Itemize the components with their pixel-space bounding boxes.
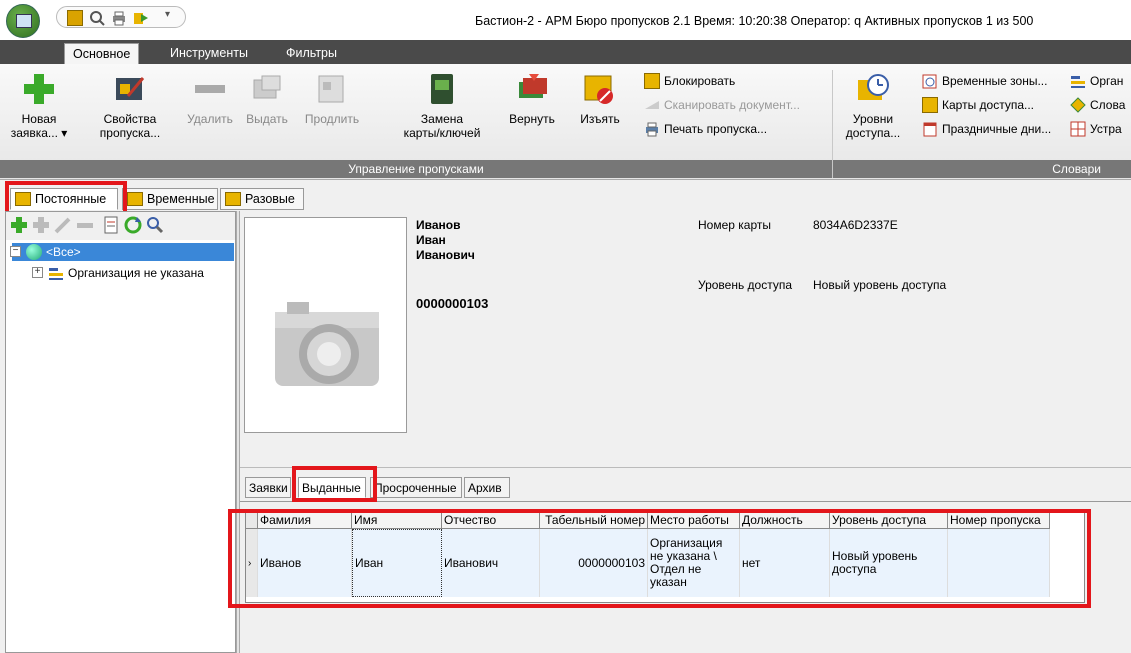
pass-properties-button[interactable]: Свойства пропуска...	[92, 72, 168, 140]
tab-one-time[interactable]: Разовые	[220, 188, 304, 210]
highlight-box-grid	[228, 509, 1091, 608]
tab-expired[interactable]: Просроченные	[370, 477, 462, 498]
tree-node-org[interactable]: + Организация не указана	[32, 264, 232, 282]
print-pass-button[interactable]: Печать пропуска...	[644, 120, 767, 138]
minus-icon	[193, 72, 227, 106]
one-time-pass-icon	[225, 192, 241, 206]
calendar-card-icon	[315, 72, 349, 106]
calendar-icon	[922, 121, 938, 137]
access-level-label: Уровень доступа	[698, 278, 793, 292]
tab-filters[interactable]: Фильтры	[278, 43, 345, 64]
first-name: Иван	[416, 233, 446, 247]
pencil-icon[interactable]	[54, 216, 72, 234]
printer-icon	[644, 121, 660, 137]
workspace: Постоянные Временные Разовые − <Все> + О…	[0, 180, 1131, 653]
delete-button[interactable]: Удалить	[182, 72, 238, 126]
devices-button[interactable]: Устра	[1070, 120, 1122, 138]
tab-main[interactable]: Основное	[64, 43, 140, 64]
qat-customize-icon[interactable]: ▾	[165, 9, 170, 20]
title-bar: ▾ Бастион-2 - АРМ Бюро пропусков 2.1 Вре…	[0, 0, 1131, 40]
dictionaries-button[interactable]: Слова	[1070, 96, 1125, 114]
new-request-button[interactable]: Новая заявка... ▾	[10, 72, 68, 140]
org-tree-panel: − <Все> + Организация не указана	[5, 211, 236, 653]
clock-folder-icon	[856, 72, 890, 106]
extend-button[interactable]: Продлить	[302, 72, 362, 126]
card-reader-icon	[425, 72, 459, 106]
block-button[interactable]: Блокировать	[644, 72, 735, 90]
refresh-icon[interactable]	[124, 216, 142, 234]
tree-node-all[interactable]: − <Все>	[10, 243, 234, 261]
holidays-button[interactable]: Праздничные дни...	[922, 120, 1051, 138]
tree-toolbar	[6, 212, 235, 240]
tab-archive[interactable]: Архив	[464, 477, 510, 498]
access-level-value: Новый уровень доступа	[813, 278, 947, 292]
document-icon[interactable]	[102, 216, 120, 234]
issue-button[interactable]: Выдать	[242, 72, 292, 126]
organization-icon[interactable]	[67, 10, 83, 26]
return-cards-icon	[515, 72, 549, 106]
search-icon[interactable]	[89, 10, 105, 26]
globe-icon	[26, 244, 42, 260]
camera-icon	[269, 294, 385, 397]
remove-icon[interactable]	[76, 216, 94, 234]
expand-toggle[interactable]: +	[32, 267, 43, 278]
time-zones-button[interactable]: Временные зоны...	[922, 72, 1047, 90]
card-number-label: Номер карты	[698, 218, 771, 232]
block-card-icon	[644, 73, 660, 89]
window-title: Бастион-2 - АРМ Бюро пропусков 2.1 Время…	[475, 14, 1034, 28]
ribbon-tab-bar: Основное Инструменты Фильтры	[0, 40, 1131, 64]
plus-icon	[22, 72, 56, 106]
group-label-pass-management: Управление пропусками	[0, 160, 832, 178]
withdraw-card-icon	[583, 72, 617, 106]
tab-tools[interactable]: Инструменты	[162, 43, 256, 64]
dictionary-icon	[1070, 97, 1086, 113]
access-cards-button[interactable]: Карты доступа...	[922, 96, 1034, 114]
ribbon: Новая заявка... ▾ Свойства пропуска... У…	[0, 64, 1131, 180]
tree-node-label: <Все>	[46, 245, 81, 259]
highlight-box-issued-tab	[292, 466, 377, 502]
grid-icon	[1070, 121, 1086, 137]
search-icon[interactable]	[146, 216, 164, 234]
highlight-box-permanent-tab	[5, 181, 127, 215]
add-sub-icon[interactable]	[32, 216, 50, 234]
replace-cards-button[interactable]: Замена карты/ключей	[400, 72, 484, 140]
organization-icon	[1070, 73, 1086, 89]
app-menu-button[interactable]	[6, 4, 40, 38]
last-name: Иванов	[416, 218, 461, 232]
photo-placeholder	[244, 217, 407, 433]
organization-icon	[48, 265, 64, 284]
tree-node-label: Организация не указана	[68, 266, 204, 280]
scan-icon	[644, 97, 660, 113]
organizations-button[interactable]: Орган	[1070, 72, 1123, 90]
calendar-clock-icon	[922, 73, 938, 89]
withdraw-button[interactable]: Изъять	[574, 72, 626, 126]
quick-access-toolbar: ▾	[56, 6, 186, 28]
edit-card-icon	[113, 72, 147, 106]
add-icon[interactable]	[10, 216, 28, 234]
export-icon[interactable]	[133, 10, 149, 26]
group-label-dictionaries: Словари	[833, 160, 1131, 178]
temporary-pass-icon	[127, 192, 143, 206]
card-number-value: 8034A6D2337E	[813, 218, 898, 232]
middle-name: Иванович	[416, 248, 475, 262]
tab-temporary[interactable]: Временные	[122, 188, 218, 210]
printer-icon[interactable]	[111, 10, 127, 26]
collapse-toggle[interactable]: −	[10, 246, 21, 257]
scan-document-button[interactable]: Сканировать документ...	[644, 96, 800, 114]
access-levels-button[interactable]: Уровни доступа...	[842, 72, 904, 140]
personnel-number: 0000000103	[416, 296, 489, 311]
tab-requests[interactable]: Заявки	[245, 477, 291, 498]
return-button[interactable]: Вернуть	[506, 72, 558, 126]
issue-card-icon	[250, 72, 284, 106]
card-icon	[922, 97, 938, 113]
